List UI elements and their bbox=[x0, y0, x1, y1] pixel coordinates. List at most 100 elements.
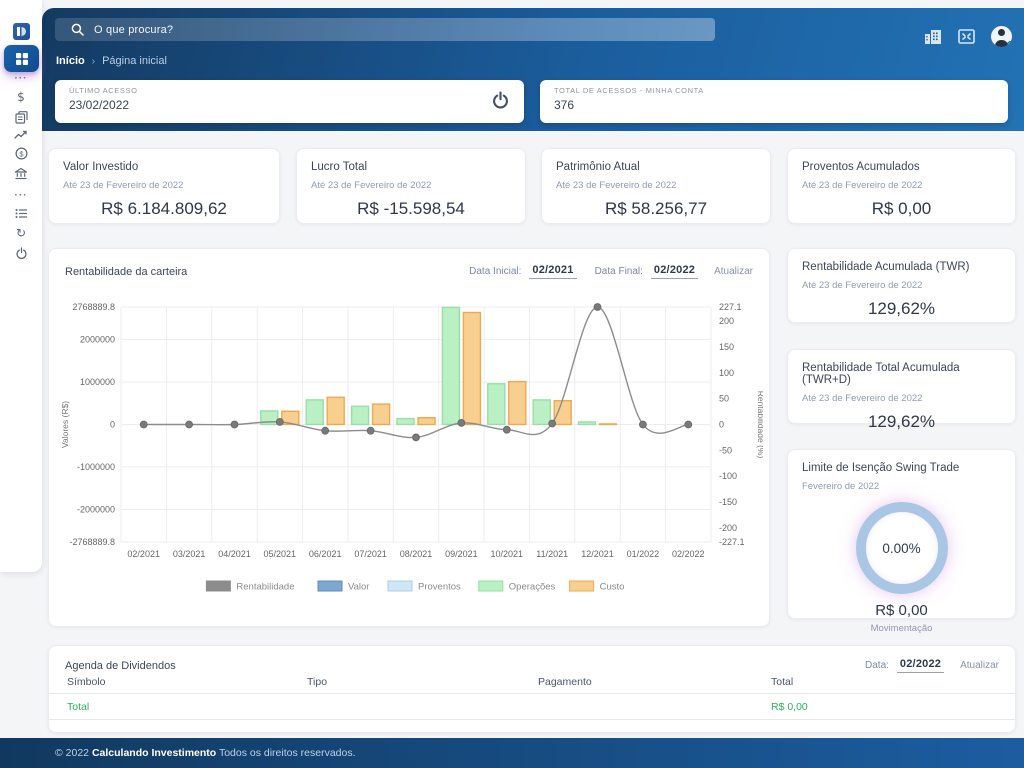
svg-text:07/2021: 07/2021 bbox=[354, 549, 387, 559]
topbar-actions bbox=[924, 26, 1012, 47]
swing-donut-gauge: 0.00% bbox=[856, 502, 948, 594]
atualizar-button[interactable]: Atualizar bbox=[714, 266, 753, 277]
svg-text:-50: -50 bbox=[719, 445, 732, 455]
sidebar-item-more-1[interactable]: ··· bbox=[0, 71, 42, 85]
sidebar-item-relatorios[interactable] bbox=[0, 110, 42, 124]
swing-title: Limite de Isenção Swing Trade bbox=[802, 462, 1001, 474]
svg-text:01/2022: 01/2022 bbox=[627, 549, 660, 559]
svg-text:05/2021: 05/2021 bbox=[264, 549, 297, 559]
twr-value: 129,62% bbox=[802, 299, 1001, 319]
avatar-head-shape bbox=[998, 29, 1005, 36]
svg-text:-1000000: -1000000 bbox=[77, 462, 115, 472]
svg-text:12/2021: 12/2021 bbox=[581, 549, 614, 559]
svg-text:Operações: Operações bbox=[509, 582, 556, 593]
breadcrumb-separator: › bbox=[92, 56, 95, 67]
svg-text:08/2021: 08/2021 bbox=[400, 549, 433, 559]
sidebar-item-financas[interactable]: $ bbox=[0, 90, 42, 104]
twr-subtitle: Até 23 de Fevereiro de 2022 bbox=[802, 280, 1001, 291]
svg-text:0: 0 bbox=[719, 420, 724, 430]
svg-text:227.1: 227.1 bbox=[719, 302, 742, 312]
search-bar[interactable] bbox=[55, 18, 715, 41]
stat-card-patrimonio-atual: Patrimônio Atual Até 23 de Fevereiro de … bbox=[541, 148, 771, 224]
last-access-label: ÚLTIMO ACESSO bbox=[69, 86, 510, 95]
stat-card-lucro-total: Lucro Total Até 23 de Fevereiro de 2022 … bbox=[296, 148, 526, 224]
sidebar-item-sair[interactable] bbox=[0, 246, 42, 260]
sidebar-item-lista[interactable] bbox=[0, 206, 42, 220]
svg-text:200: 200 bbox=[719, 316, 734, 326]
data-inicial-label: Data Inicial: bbox=[469, 266, 521, 277]
bank-icon bbox=[14, 167, 28, 180]
svg-text:-100: -100 bbox=[719, 471, 737, 481]
agenda-date-label: Data: bbox=[865, 660, 889, 671]
twrd-title: Rentabilidade Total Acumulada (TWR+D) bbox=[802, 362, 1001, 386]
stat-subtitle: Até 23 de Fevereiro de 2022 bbox=[802, 180, 1001, 191]
svg-text:10/2021: 10/2021 bbox=[491, 549, 524, 559]
fullscreen-icon[interactable] bbox=[958, 29, 975, 44]
logout-power-icon[interactable] bbox=[491, 91, 510, 110]
breadcrumb-home[interactable]: Início bbox=[56, 55, 85, 67]
svg-text:Rentabilidade: Rentabilidade bbox=[236, 582, 294, 593]
top-header: Início › Página inicial ÚLTIMO ACESSO 23… bbox=[42, 8, 1024, 131]
stat-title: Lucro Total bbox=[311, 161, 511, 173]
column-total: Total bbox=[771, 676, 793, 688]
portfolio-chart-card: Rentabilidade da carteira Data Inicial: … bbox=[48, 248, 770, 627]
stat-title: Patrimônio Atual bbox=[556, 161, 756, 173]
svg-text:02/2021: 02/2021 bbox=[127, 549, 160, 559]
sidebar-item-dashboard-active[interactable] bbox=[4, 45, 39, 72]
stat-value: R$ -15.598,54 bbox=[311, 199, 511, 219]
agenda-atualizar-button[interactable]: Atualizar bbox=[960, 660, 999, 671]
logo-icon bbox=[16, 26, 27, 37]
svg-text:Custo: Custo bbox=[600, 582, 625, 593]
building-icon[interactable] bbox=[924, 29, 942, 45]
svg-text:04/2021: 04/2021 bbox=[218, 549, 251, 559]
column-simbolo: Símbolo bbox=[67, 676, 106, 688]
breadcrumb: Início › Página inicial bbox=[56, 55, 167, 67]
svg-text:-2768889.8: -2768889.8 bbox=[69, 537, 115, 547]
swing-subtitle: Fevereiro de 2022 bbox=[802, 481, 1001, 492]
total-access-card: TOTAL DE ACESSOS - MINHA CONTA 376 bbox=[540, 80, 1008, 123]
data-final-label: Data Final: bbox=[595, 266, 643, 277]
svg-text:2000000: 2000000 bbox=[80, 335, 115, 345]
coin-icon: $ bbox=[15, 147, 28, 160]
svg-text:100: 100 bbox=[719, 368, 734, 378]
dollar-icon: $ bbox=[17, 91, 25, 103]
data-final-input[interactable]: 02/2022 bbox=[651, 264, 698, 279]
svg-text:-227.1: -227.1 bbox=[719, 537, 745, 547]
svg-text:Rentabilidade (%): Rentabilidade (%) bbox=[756, 391, 763, 459]
footer-text: © 2022 Calculando Investimento Todos os … bbox=[55, 747, 356, 759]
documents-icon bbox=[15, 111, 28, 124]
stat-card-valor-investido: Valor Investido Até 23 de Fevereiro de 2… bbox=[48, 148, 280, 224]
chart-title: Rentabilidade da carteira bbox=[65, 266, 187, 278]
agenda-controls: Data: 02/2022 Atualizar bbox=[865, 658, 999, 673]
sidebar: ··· $ $ ··· bbox=[0, 0, 42, 572]
sidebar-item-proventos[interactable]: $ bbox=[0, 146, 42, 160]
twrd-subtitle: Até 23 de Fevereiro de 2022 bbox=[802, 393, 1001, 404]
sidebar-item-more-2[interactable]: ··· bbox=[0, 188, 42, 202]
last-access-value: 23/02/2022 bbox=[69, 98, 510, 112]
data-inicial-input[interactable]: 02/2021 bbox=[529, 264, 576, 279]
column-tipo: Tipo bbox=[307, 676, 327, 688]
svg-text:1000000: 1000000 bbox=[80, 377, 115, 387]
stat-title: Valor Investido bbox=[63, 161, 265, 173]
stat-subtitle: Até 23 de Fevereiro de 2022 bbox=[311, 180, 511, 191]
svg-text:11/2021: 11/2021 bbox=[536, 549, 568, 559]
agenda-date-input[interactable]: 02/2022 bbox=[897, 658, 944, 673]
svg-text:03/2021: 03/2021 bbox=[173, 549, 206, 559]
app-logo[interactable] bbox=[13, 23, 30, 40]
svg-text:150: 150 bbox=[719, 342, 734, 352]
agenda-table-header: Símbolo Tipo Pagamento Total bbox=[49, 676, 1015, 694]
stat-card-proventos-acumulados: Proventos Acumulados Até 23 de Fevereiro… bbox=[787, 148, 1016, 224]
agenda-total-row: Total R$ 0,00 bbox=[49, 694, 1015, 720]
svg-text:50: 50 bbox=[719, 394, 729, 404]
sidebar-item-bancos[interactable] bbox=[0, 166, 42, 180]
svg-text:Proventos: Proventos bbox=[418, 582, 461, 593]
more-icon: ··· bbox=[15, 190, 28, 201]
search-input[interactable] bbox=[94, 24, 654, 36]
sidebar-item-evolucao[interactable] bbox=[0, 128, 42, 142]
svg-text:Valor: Valor bbox=[348, 582, 369, 593]
power-icon bbox=[15, 247, 28, 260]
user-avatar[interactable] bbox=[991, 26, 1012, 47]
online-status-dot bbox=[1007, 41, 1012, 47]
stat-value: R$ 0,00 bbox=[802, 199, 1001, 219]
sidebar-item-atualizar[interactable]: ↻ bbox=[0, 226, 42, 240]
